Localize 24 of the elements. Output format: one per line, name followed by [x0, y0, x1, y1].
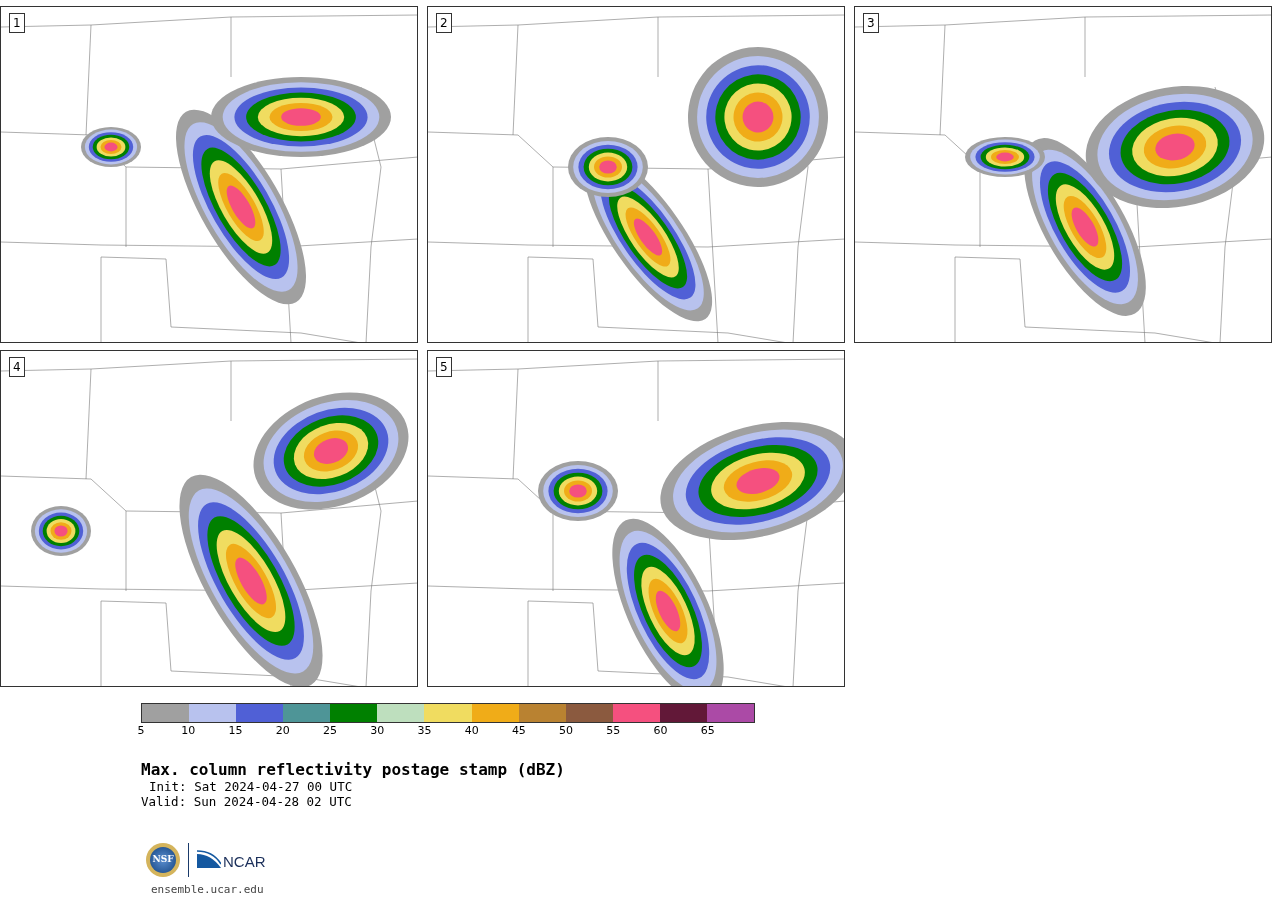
scale-tick-label: 55 — [606, 725, 621, 737]
website-url: ensemble.ucar.edu — [151, 883, 265, 896]
scale-tick-label: 25 — [322, 725, 337, 737]
scale-tick-label: 60 — [653, 725, 668, 737]
scale-tick-label: 10 — [181, 725, 196, 737]
scale-tick-label: 20 — [275, 725, 290, 737]
valid-time: Valid: Sun 2024-04-28 02 UTC — [141, 794, 353, 809]
panel-number: 1 — [9, 13, 25, 33]
scale-tick-label: 30 — [370, 725, 385, 737]
wave-logo: NCAR — [197, 850, 266, 870]
scale-tick-label: 35 — [417, 725, 432, 737]
scale-tick-label: 40 — [464, 725, 479, 737]
panel-number: 3 — [863, 13, 879, 33]
scale-tick-label: 50 — [559, 725, 574, 737]
scale-tick-label: 5 — [137, 725, 145, 737]
panel-number: 5 — [436, 357, 452, 377]
panel-number: 2 — [436, 13, 452, 33]
scale-tick-label: 45 — [511, 725, 526, 737]
scale-tick-label: 65 — [700, 725, 715, 737]
panel-number: 4 — [9, 357, 25, 377]
init-time: Init: Sat 2024-04-27 00 UTC — [148, 779, 354, 794]
scale-tick-label: 15 — [228, 725, 243, 737]
chart-title: Max. column reflectivity postage stamp (dBZ) — [141, 761, 566, 779]
globe-seal-logo: NSF — [146, 843, 180, 877]
